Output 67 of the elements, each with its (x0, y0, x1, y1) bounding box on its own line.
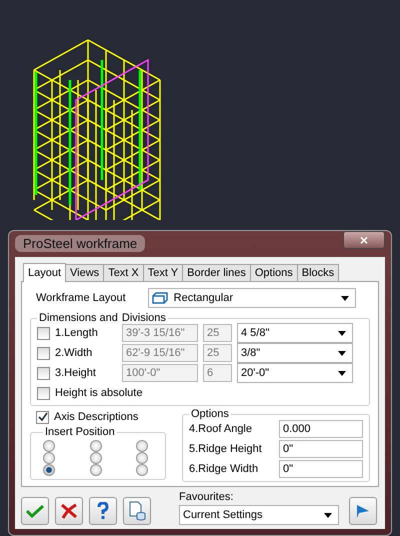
cross-icon (60, 503, 78, 519)
ok-button[interactable] (21, 497, 49, 525)
tab[interactable]: Views (65, 264, 104, 281)
caret-icon (324, 512, 332, 518)
radio-button[interactable] (43, 464, 55, 476)
tab[interactable]: Options (250, 264, 298, 281)
input-field[interactable]: 0" (279, 460, 363, 478)
field-label: Workframe Layout (36, 292, 126, 304)
checkbox[interactable] (37, 366, 50, 380)
division-dropdown[interactable]: 4 5/8" (237, 323, 353, 343)
group-title: Divisions (122, 312, 166, 324)
frame-icon (152, 292, 168, 304)
radio-button[interactable] (90, 440, 102, 452)
radio-button[interactable] (43, 440, 55, 452)
window-title: ProSteel workframe (15, 234, 146, 252)
checkbox-label: 1.Length (55, 327, 99, 339)
apply-button[interactable] (349, 497, 377, 525)
radio-button[interactable] (90, 464, 102, 476)
division-dropdown[interactable]: 3/8" (237, 343, 353, 363)
radio-button[interactable] (136, 452, 148, 464)
tab[interactable]: Layout (23, 263, 66, 282)
division-dropdown[interactable]: 20'-0" (237, 363, 353, 383)
size-field[interactable]: 62'-9 15/16" (122, 344, 198, 362)
input-field[interactable]: 0" (279, 440, 363, 458)
field-label: 4.Roof Angle (189, 423, 252, 435)
caret-icon (340, 296, 349, 300)
count-field[interactable]: 6 (203, 364, 232, 382)
caret-icon (338, 350, 346, 356)
layout-dropdown[interactable]: Rectangular (148, 288, 356, 308)
field-label: 6.Ridge Width (189, 463, 258, 475)
count-field[interactable]: 25 (203, 344, 232, 362)
checkmark-icon (26, 504, 44, 518)
question-mark-icon (97, 502, 109, 520)
checkbox[interactable] (37, 326, 50, 340)
checkbox-label: 2.Width (55, 347, 94, 359)
tab[interactable]: Text Y (142, 264, 184, 281)
size-field[interactable]: 39'-3 15/16" (122, 324, 198, 342)
group-title: Dimensions and (39, 312, 118, 324)
radio-button[interactable] (136, 440, 148, 452)
tab[interactable]: Text X (103, 264, 144, 281)
field-label: 5.Ridge Height (189, 443, 262, 455)
checkbox-label: Height is absolute (55, 387, 142, 399)
radio-button[interactable] (90, 452, 102, 464)
checkbox-label: 3.Height (55, 367, 97, 379)
tab[interactable]: Border lines (182, 264, 251, 281)
radio-button[interactable] (136, 464, 148, 476)
close-button[interactable]: × (343, 231, 385, 249)
checkbox[interactable] (37, 346, 50, 360)
help-button[interactable] (89, 497, 117, 525)
flag-arrow-icon (355, 503, 371, 519)
favourites-dropdown[interactable]: Current Settings (179, 505, 339, 525)
size-field[interactable]: 100'-0" (122, 364, 198, 382)
caret-icon (338, 330, 346, 336)
cancel-button[interactable] (55, 497, 83, 525)
group-title: Insert Position (45, 426, 115, 438)
favourites-label: Favourites: (179, 491, 234, 503)
checkbox[interactable] (36, 410, 49, 424)
checkbox-label: Axis Descriptions (54, 411, 138, 423)
count-field[interactable]: 25 (203, 324, 232, 342)
copy-button[interactable] (123, 497, 151, 525)
checkbox[interactable] (37, 386, 50, 400)
group-title: Options (191, 408, 229, 420)
caret-icon (338, 370, 346, 376)
document-database-icon (128, 501, 146, 521)
input-field[interactable]: 0.000 (279, 420, 363, 438)
radio-button[interactable] (43, 452, 55, 464)
tab[interactable]: Blocks (296, 264, 340, 281)
